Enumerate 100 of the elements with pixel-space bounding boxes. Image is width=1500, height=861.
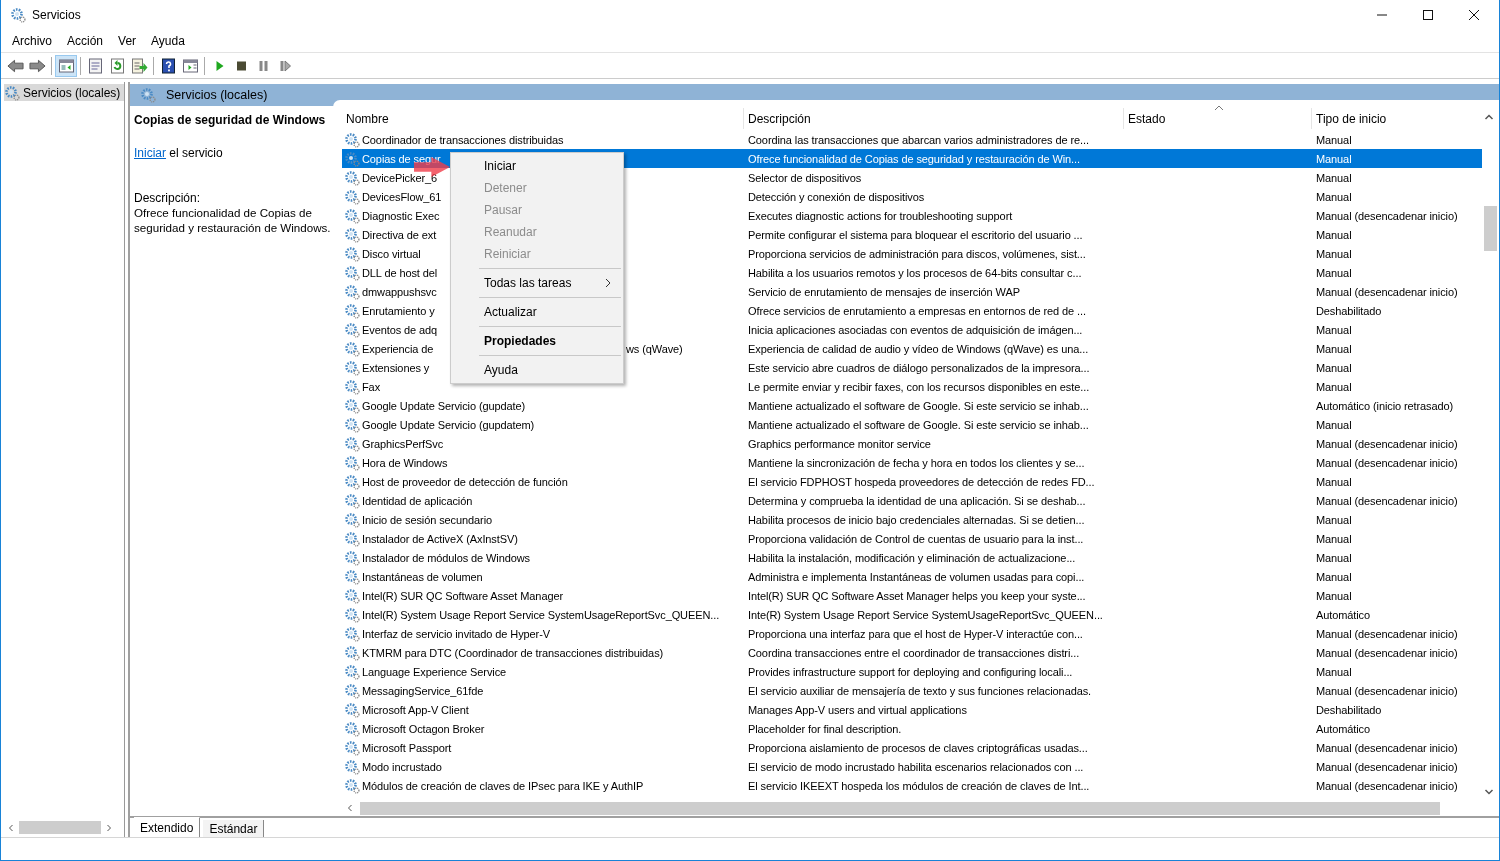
scrollbar-thumb[interactable] — [19, 821, 101, 834]
service-description: Mantiene actualizado el software de Google. Si este servicio se inhab... — [748, 418, 1089, 431]
startup-type: Manual — [1316, 247, 1352, 260]
startup-type: Automático — [1316, 608, 1371, 621]
service-description: Proporciona validación de Control de cuentas de usuario para la inst... — [748, 532, 1084, 545]
gear-icon — [344, 492, 360, 509]
menu-item[interactable]: Iniciar — [451, 155, 623, 177]
maximize-icon[interactable] — [1422, 9, 1434, 21]
service-description: Coordina las transacciones que abarcan varios administradores de re... — [748, 133, 1089, 146]
service-name[interactable]: KTMRM para DTC (Coordinador de transacciones distribuidas) — [362, 646, 664, 659]
scroll-left-icon[interactable] — [7, 823, 15, 832]
service-name[interactable]: Microsoft App-V Client — [362, 703, 469, 716]
service-name[interactable]: Modo incrustado — [362, 760, 442, 773]
service-name[interactable]: DevicesFlow_61 — [362, 190, 442, 203]
service-name[interactable]: dmwappushsvc — [362, 285, 437, 298]
menu-item[interactable]: Archivo — [12, 34, 52, 48]
startup-type: Manual (desencadenar inicio) — [1316, 437, 1458, 450]
startup-type: Manual (desencadenar inicio) — [1316, 760, 1458, 773]
view-tab[interactable]: Extendido — [134, 817, 201, 837]
service-name[interactable]: Intel(R) SUR QC Software Asset Manager — [362, 589, 563, 602]
startup-type: Deshabilitado — [1316, 703, 1382, 716]
service-name[interactable]: Copias de segur — [362, 152, 441, 165]
startup-type: Manual — [1316, 342, 1352, 355]
service-description: Proporciona servicios de administración para discos, volúmenes, sist... — [748, 247, 1086, 260]
service-name[interactable]: Microsoft Passport — [362, 741, 452, 754]
service-name: ws (qWave) — [626, 342, 683, 355]
scrollbar-thumb[interactable] — [1484, 206, 1497, 251]
service-description: Placeholder for final description. — [748, 722, 902, 735]
gear-icon — [140, 87, 156, 103]
column-header[interactable]: Nombre — [342, 108, 744, 129]
service-name[interactable]: Instantáneas de volumen — [362, 570, 483, 583]
window-title: Servicios — [32, 8, 81, 22]
service-name[interactable]: Extensiones y — [362, 361, 430, 374]
menu-item[interactable]: Acción — [67, 34, 104, 48]
menu-item[interactable]: Ayuda — [151, 34, 185, 48]
scroll-left-icon[interactable] — [346, 804, 354, 812]
service-name[interactable]: Identidad de aplicación — [362, 494, 473, 507]
service-name[interactable]: Eventos de adq — [362, 323, 438, 336]
export-icon — [130, 57, 148, 74]
scroll-right-icon[interactable] — [105, 823, 113, 832]
service-description: Graphics performance monitor service — [748, 437, 931, 450]
service-description: El servicio IKEEXT hospeda los módulos de creación de claves de Int... — [748, 779, 1090, 792]
service-name[interactable]: Google Update Servicio (gupdate) — [362, 399, 526, 412]
action-text: Iniciar el servicio — [134, 146, 224, 160]
startup-type: Manual — [1316, 570, 1352, 583]
startup-type: Manual (desencadenar inicio) — [1316, 285, 1458, 298]
column-header[interactable]: Tipo de inicio — [1312, 108, 1482, 129]
forward-icon — [28, 57, 46, 74]
service-name[interactable]: Directiva de ext — [362, 228, 437, 241]
service-name[interactable]: Instalador de ActiveX (AxInstSV) — [362, 532, 518, 545]
service-name[interactable]: Diagnostic Exec — [362, 209, 440, 222]
service-description: El servicio FDPHOST hospeda proveedores de detección de redes FD... — [748, 475, 1095, 488]
scroll-down-icon[interactable] — [1484, 788, 1494, 796]
startup-type: Manual — [1316, 323, 1352, 336]
column-header[interactable]: Descripción — [744, 108, 1124, 129]
service-name[interactable]: Disco virtual — [362, 247, 421, 260]
view-tab[interactable]: Estándar — [203, 820, 265, 837]
console-tree-button[interactable] — [55, 54, 77, 77]
tree-item[interactable]: Servicios (locales) — [4, 84, 124, 101]
service-name[interactable]: Microsoft Octagon Broker — [362, 722, 485, 735]
service-name[interactable]: Experiencia de — [362, 342, 434, 355]
gear-icon — [344, 587, 360, 604]
service-name[interactable]: Instalador de módulos de Windows — [362, 551, 530, 564]
chevron-right-icon — [605, 278, 611, 288]
service-name[interactable]: Intel(R) System Usage Report Service SystemUsageReportSvc_QUEEN... — [362, 608, 720, 621]
service-name[interactable]: DLL de host del — [362, 266, 438, 279]
service-name[interactable]: GraphicsPerfSvc — [362, 437, 444, 450]
service-name[interactable]: Interfaz de servicio invitado de Hyper-V — [362, 627, 550, 640]
service-name[interactable]: Coordinador de transacciones distribuidas — [362, 133, 564, 146]
start-link[interactable]: Iniciar — [134, 146, 166, 160]
service-name[interactable]: MessagingService_61fde — [362, 684, 484, 697]
service-name[interactable]: Host de proveedor de detección de función — [362, 475, 568, 488]
help-icon — [159, 57, 177, 74]
service-name[interactable]: Hora de Windows — [362, 456, 448, 469]
gear-icon — [344, 701, 360, 718]
menu-item[interactable]: Ver — [118, 34, 137, 48]
column-header[interactable]: Estado — [1124, 108, 1312, 129]
gear-icon — [344, 359, 360, 376]
startup-type: Manual (desencadenar inicio) — [1316, 456, 1458, 469]
startup-type: Manual — [1316, 361, 1352, 374]
scrollbar-thumb[interactable] — [360, 801, 1440, 815]
service-name[interactable]: Language Experience Service — [362, 665, 507, 678]
scroll-up-icon[interactable] — [1484, 113, 1494, 121]
gear-icon — [10, 7, 26, 23]
service-name[interactable]: DevicePicker_6 — [362, 171, 438, 184]
document-icon — [86, 57, 104, 74]
service-description: Le permite enviar y recibir faxes, con los recursos disponibles en este... — [748, 380, 1090, 393]
service-name[interactable]: Google Update Servicio (gupdatem) — [362, 418, 535, 431]
service-name[interactable]: Enrutamiento y — [362, 304, 435, 317]
service-name[interactable]: Módulos de creación de claves de IPsec para IKE y AuthIP — [362, 779, 644, 792]
gear-icon — [344, 283, 360, 300]
service-description: Inicia aplicaciones asociadas con eventos de adquisición de imágen... — [748, 323, 1083, 336]
service-name[interactable]: Inicio de sesión secundario — [362, 513, 492, 526]
startup-type: Manual (desencadenar inicio) — [1316, 209, 1458, 222]
service-description: El servicio de modo incrustado habilita escenarios relacionados con ... — [748, 760, 1084, 773]
service-description: Proporciona aislamiento de procesos de claves criptográficas usadas... — [748, 741, 1088, 754]
service-name[interactable]: Fax — [362, 380, 381, 393]
gear-icon — [344, 758, 360, 775]
gear-icon — [4, 84, 20, 101]
close-icon[interactable] — [1468, 9, 1480, 21]
